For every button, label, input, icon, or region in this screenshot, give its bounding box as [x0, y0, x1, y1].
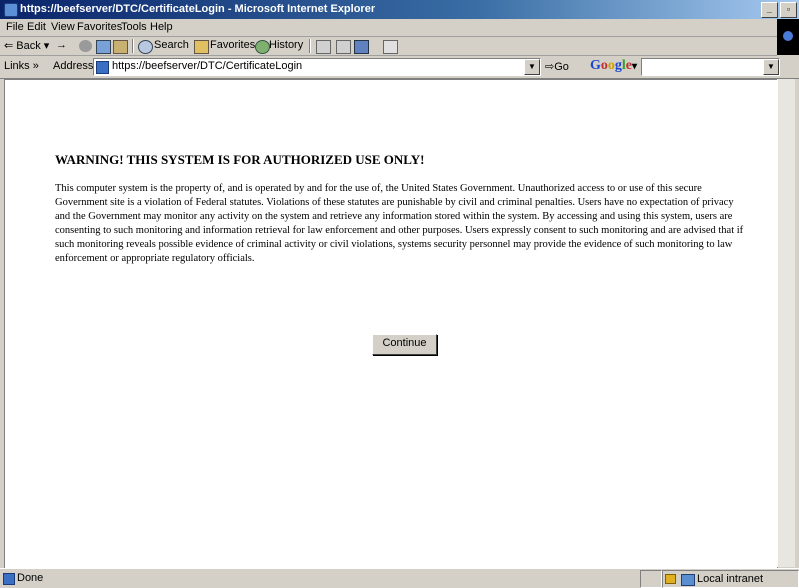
edit-icon[interactable] [354, 40, 369, 54]
page-content: WARNING! THIS SYSTEM IS FOR AUTHORIZED U… [4, 79, 778, 569]
mail-icon[interactable] [316, 40, 331, 54]
lock-icon [665, 574, 676, 584]
discuss-icon[interactable] [383, 40, 398, 54]
menu-edit[interactable]: Edit [27, 21, 46, 33]
menu-help[interactable]: Help [150, 21, 173, 33]
stop-icon[interactable] [79, 40, 92, 52]
address-url: https://beefserver/DTC/CertificateLogin [112, 60, 303, 72]
zone-text: Local intranet [697, 573, 764, 585]
menu-bar: File Edit View Favorites Tools Help [0, 19, 799, 37]
title-bar: https://beefserver/DTC/CertificateLogin … [0, 0, 799, 19]
links-button[interactable]: Links » [4, 60, 39, 72]
page-icon [96, 61, 109, 74]
menu-tools[interactable]: Tools [121, 21, 147, 33]
status-bar: Done Local intranet [0, 568, 799, 588]
toolbar: ⇐ Back ▾ → Search Favorites History [0, 37, 777, 56]
minimize-button[interactable]: _ [761, 2, 778, 18]
continue-button[interactable]: Continue [372, 334, 437, 355]
address-dropdown-icon[interactable]: ▼ [524, 59, 540, 75]
address-bar: Links » Address https://beefserver/DTC/C… [0, 56, 799, 79]
favorites-button[interactable]: Favorites [210, 39, 255, 51]
google-logo[interactable]: Google▾ [590, 58, 637, 74]
window-title: https://beefserver/DTC/CertificateLogin … [20, 3, 376, 15]
search-button[interactable]: Search [154, 39, 189, 51]
ie-logo [777, 19, 799, 55]
menu-favorites[interactable]: Favorites [77, 21, 122, 33]
back-button[interactable]: ⇐ Back ▾ [4, 39, 49, 52]
forward-button[interactable]: → [56, 39, 67, 51]
refresh-icon[interactable] [96, 40, 111, 54]
home-icon[interactable] [113, 40, 128, 54]
print-icon[interactable] [336, 40, 351, 54]
ie-icon [4, 3, 18, 17]
intranet-icon [681, 574, 695, 586]
history-icon [255, 40, 270, 54]
scrollbar[interactable] [777, 79, 795, 567]
address-label: Address [53, 60, 94, 72]
maximize-button[interactable]: ▫ [780, 2, 797, 18]
status-text: Done [17, 572, 44, 584]
history-button[interactable]: History [269, 39, 303, 51]
search-icon [138, 40, 153, 54]
favorites-icon [194, 40, 209, 54]
menu-file[interactable]: File [6, 21, 24, 33]
page-done-icon [3, 573, 15, 585]
google-search-input[interactable]: ▼ [641, 58, 780, 76]
address-input[interactable]: https://beefserver/DTC/CertificateLogin … [93, 58, 541, 76]
warning-text: This computer system is the property of,… [55, 183, 744, 264]
warning-heading: WARNING! THIS SYSTEM IS FOR AUTHORIZED U… [55, 152, 425, 167]
google-dropdown-icon[interactable]: ▼ [763, 59, 779, 75]
menu-view[interactable]: View [51, 21, 75, 33]
go-button[interactable]: ⇨Go [545, 60, 569, 73]
zone-panel: Local intranet [662, 570, 799, 588]
